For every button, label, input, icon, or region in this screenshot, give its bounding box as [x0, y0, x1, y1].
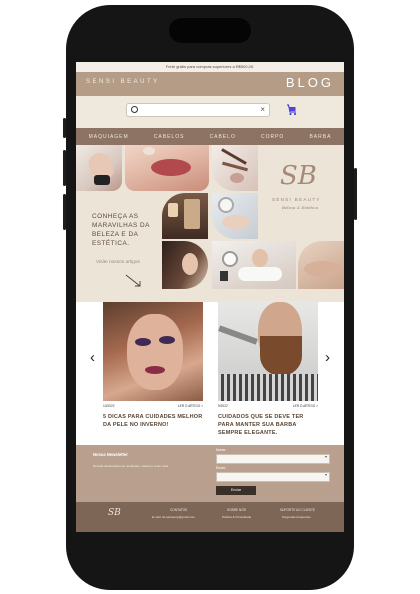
category-nav: MAQUIAGEM CABELOS CABELO CORPO BARBA — [76, 128, 344, 145]
nav-item-corpo[interactable]: CORPO — [261, 134, 284, 140]
newsletter-section: Nossa Newsletter Receba atualizações de … — [76, 445, 344, 502]
hero-image-nails — [76, 145, 122, 191]
blog-title[interactable]: BLOG — [286, 75, 334, 90]
phone-button — [63, 194, 66, 230]
hero-image-lips — [125, 145, 209, 191]
logo-tagline: Beleza & Estética — [282, 205, 319, 210]
post-date: 9/2022 — [218, 404, 228, 408]
read-more-link[interactable]: LER O ARTIGO > — [293, 404, 318, 408]
footer-support-link[interactable]: Perguntas frequentes — [282, 515, 311, 519]
newsletter-subtitle: Receba atualizações de novidades, oferta… — [93, 464, 169, 468]
post-title[interactable]: CUIDADOS QUE SE DEVE TER PARA MANTER SUA… — [218, 413, 318, 437]
search-input[interactable]: × — [126, 103, 270, 117]
name-label: Nome: — [216, 448, 227, 452]
email-field[interactable] — [216, 472, 330, 482]
hero-image-brushes — [212, 145, 258, 191]
phone-button — [63, 118, 66, 138]
dynamic-island — [169, 18, 251, 43]
footer-about-link[interactable]: Política & Privacidade — [222, 515, 251, 519]
post-image-makeup[interactable] — [103, 302, 203, 401]
name-field[interactable] — [216, 454, 330, 464]
phone-button — [63, 150, 66, 186]
nav-item-cabelos[interactable]: CABELOS — [154, 134, 185, 140]
post-card[interactable]: 9/2022 LER O ARTIGO > CUIDADOS QUE SE DEV… — [218, 302, 318, 437]
chevron-down-icon — [325, 456, 327, 458]
footer-support-title: SUPORTE AO CLIENTE — [280, 508, 316, 512]
clear-icon[interactable]: × — [260, 105, 265, 115]
post-card[interactable]: 10/2022 LER O ARTIGO > 5 DICAS PARA CUIDA… — [103, 302, 203, 429]
hero-logo: SB SENSI BEAUTY Beleza & Estética — [260, 153, 342, 233]
footer-contact-title: CONTATOS — [170, 508, 188, 512]
carousel-prev-button[interactable]: ‹ — [90, 350, 95, 365]
footer-about-title: SOBRE NÓS — [227, 508, 246, 512]
top-banner: Frete grátis para compras superiores a R… — [76, 62, 344, 72]
logo-name: SENSI BEAUTY — [272, 197, 321, 202]
cart-icon[interactable] — [284, 102, 298, 116]
site-footer: SB CONTATOS E-mail: sb.sebeauty@gmail.co… — [76, 502, 344, 532]
hero-image-spa — [212, 241, 296, 289]
hero-section: SB SENSI BEAUTY Beleza & Estética CONHEÇ… — [76, 145, 344, 302]
post-title[interactable]: 5 DICAS PARA CUIDADES MELHOR DA PELE NO … — [103, 413, 203, 429]
carousel-next-button[interactable]: › — [325, 350, 330, 365]
hero-title: CONHEÇA AS MARAVILHAS DA BELEZA E DA EST… — [92, 213, 150, 247]
send-button[interactable]: Enviar — [216, 486, 256, 495]
chevron-down-icon — [325, 474, 327, 476]
email-label: Email: — [216, 466, 226, 470]
post-date: 10/2022 — [103, 404, 115, 408]
post-image-barber[interactable] — [218, 302, 318, 401]
nav-item-barba[interactable]: BARBA — [309, 134, 331, 140]
nav-item-cabelo[interactable]: CABELO — [210, 134, 236, 140]
logo-monogram: SB — [280, 161, 317, 191]
search-row: × — [76, 96, 344, 128]
footer-contact-email[interactable]: E-mail: sb.sebeauty@gmail.com — [152, 515, 195, 519]
site-header: SENSI BEAUTY BLOG — [76, 72, 344, 96]
hero-link[interactable]: Visite nossos artigos — [96, 260, 140, 265]
hero-image-body — [298, 241, 344, 289]
search-icon — [131, 106, 138, 113]
brand-name[interactable]: SENSI BEAUTY — [86, 79, 160, 85]
hero-image-salon — [162, 193, 208, 239]
arrow-down-icon — [125, 274, 141, 287]
posts-carousel: ‹ › 10/2022 LER O ARTIGO > 5 DICAS PARA C… — [76, 302, 344, 445]
hero-image-woman-hair — [162, 241, 208, 289]
phone-button — [354, 168, 357, 220]
footer-logo: SB — [108, 508, 121, 518]
screen: Frete grátis para compras superiores a R… — [76, 62, 344, 532]
read-more-link[interactable]: LER O ARTIGO > — [178, 404, 203, 408]
nav-item-maquiagem[interactable]: MAQUIAGEM — [89, 134, 129, 140]
hero-image-facial — [212, 193, 258, 239]
newsletter-title: Nossa Newsletter — [93, 452, 128, 457]
